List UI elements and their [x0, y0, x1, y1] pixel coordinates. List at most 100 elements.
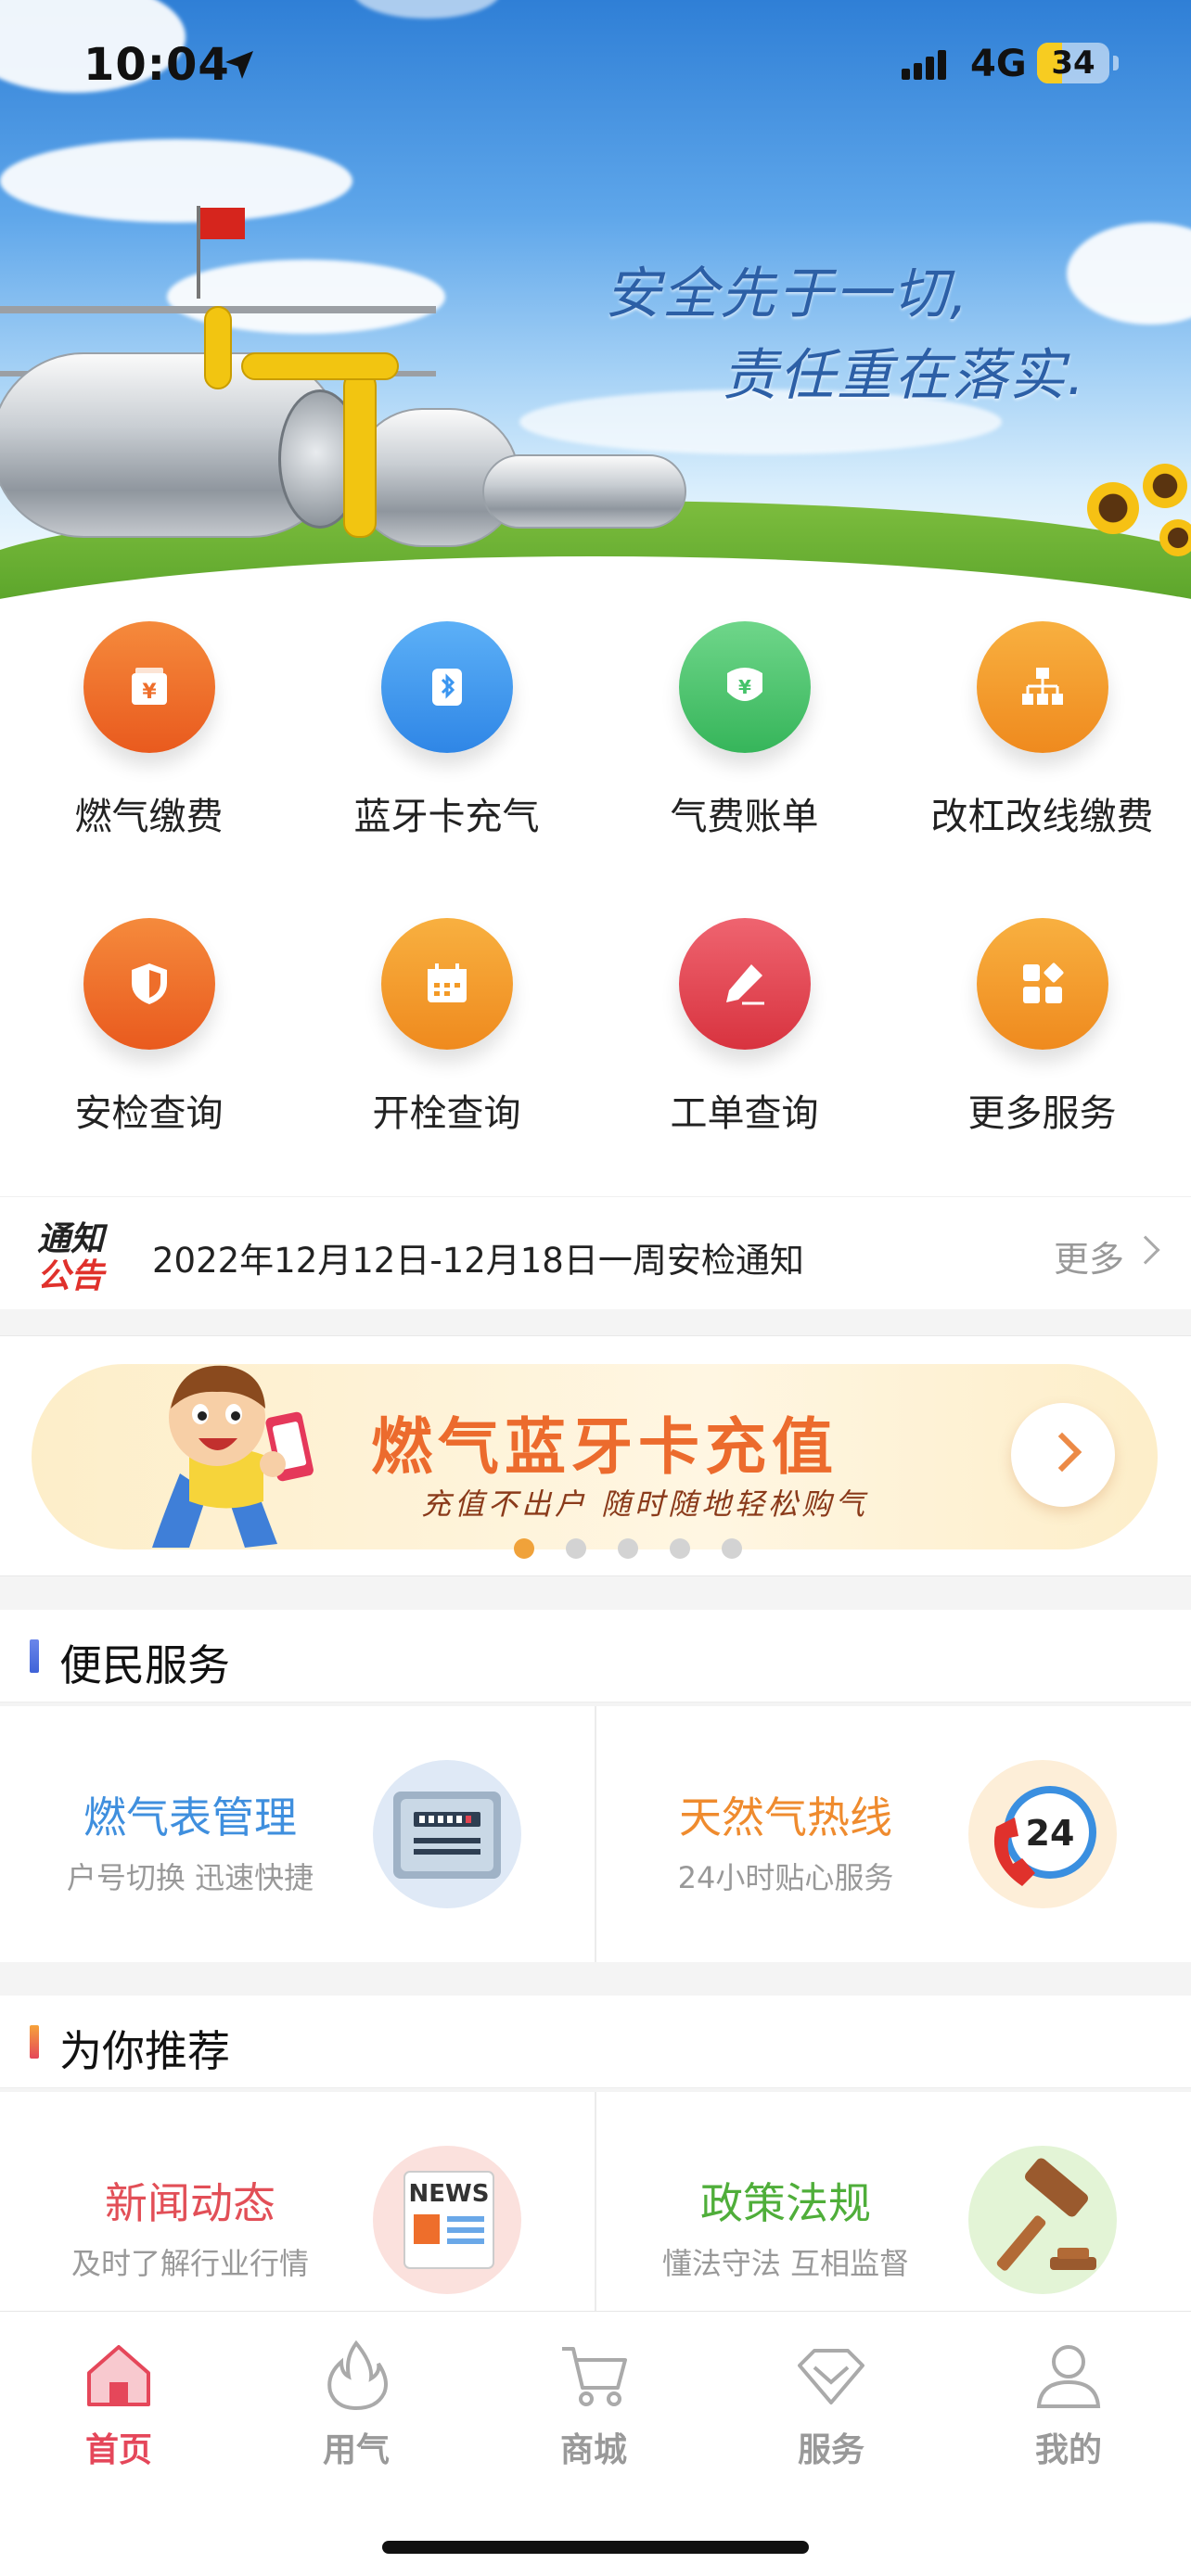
gas-tank: [482, 454, 686, 529]
battery-level: 34: [1051, 45, 1095, 82]
yen-bill-icon: ¥: [679, 621, 811, 753]
grid-item-gas-bill[interactable]: ¥ 气费账单: [596, 603, 893, 899]
shield-icon: [83, 918, 215, 1050]
grid-label: 工单查询: [670, 1092, 819, 1135]
card-subtitle: 及时了解行业行情: [70, 2246, 309, 2281]
card-subtitle: 24小时贴心服务: [677, 1860, 894, 1895]
status-time: 10:04: [83, 39, 230, 91]
status-bar: 10:04 4G 34: [0, 0, 1191, 130]
carousel-dot[interactable]: [618, 1538, 638, 1559]
battery-tip: [1113, 56, 1119, 70]
tab-home[interactable]: 首页: [0, 2312, 237, 2497]
card-title: 天然气热线: [679, 1792, 892, 1843]
grid-item-safety-inspection[interactable]: 安检查询: [0, 899, 298, 1196]
carousel-dot[interactable]: [670, 1538, 690, 1559]
hotline-number: 24: [1026, 1813, 1075, 1854]
card-policy-law[interactable]: 政策法规 懂法守法 互相监督: [596, 2092, 1191, 2348]
tab-services[interactable]: 服务: [712, 2312, 950, 2497]
sunflower: [1143, 464, 1187, 508]
notice-bar[interactable]: 通知 公告 2022年12月12日-12月18日一周安检通知 更多: [0, 1196, 1191, 1309]
card-subtitle: 懂法守法 互相监督: [661, 2246, 910, 2281]
section-accent-bar: [30, 1639, 39, 1673]
svg-text:¥: ¥: [738, 676, 751, 698]
tab-label: 商城: [559, 2431, 627, 2469]
tab-mine[interactable]: 我的: [950, 2312, 1187, 2497]
card-title: 政策法规: [700, 2178, 871, 2228]
banner-slogan-line2: 责任重在落实.: [722, 343, 1087, 408]
gavel-icon: [968, 2146, 1117, 2294]
grid-item-gas-payment[interactable]: ¥ 燃气缴费: [0, 603, 298, 899]
hotline-24-icon: 24: [968, 1760, 1117, 1908]
grid-label: 安检查询: [74, 1092, 224, 1135]
card-title: 燃气表管理: [83, 1792, 297, 1843]
home-icon: [87, 2345, 150, 2406]
user-icon: [1036, 2345, 1101, 2408]
cloud: [0, 139, 352, 223]
cellular-signal-icon: [902, 50, 946, 80]
tab-gas-usage[interactable]: 用气: [237, 2312, 475, 2497]
notice-more-link[interactable]: 更多: [1054, 1231, 1124, 1282]
red-flag: [200, 208, 245, 239]
grid-item-pipe-modification-payment[interactable]: 改杠改线缴费: [893, 603, 1191, 899]
home-indicator[interactable]: [382, 2541, 809, 2554]
grid-item-work-order[interactable]: 工单查询: [596, 899, 893, 1196]
promo-go-button[interactable]: [1011, 1403, 1115, 1507]
grid-label: 气费账单: [670, 796, 819, 838]
news-badge: NEWS: [409, 2180, 490, 2208]
section-accent-bar: [30, 2025, 39, 2059]
card-gas-meter[interactable]: 燃气表管理 户号切换 迅速快捷: [0, 1706, 596, 1962]
cloud: [1067, 223, 1191, 325]
chevron-right-icon: [1042, 1432, 1082, 1473]
grid-label: 更多服务: [967, 1092, 1117, 1135]
cartoon-boy-phone-icon: [152, 1365, 314, 1548]
card-title: 新闻动态: [105, 2178, 275, 2228]
banner-slogan-line1: 安全先于一切,: [605, 261, 970, 326]
grid-label: 改杠改线缴费: [930, 796, 1154, 838]
carousel-dot[interactable]: [566, 1538, 586, 1559]
calendar-icon: [381, 918, 513, 1050]
tab-label: 首页: [84, 2431, 152, 2469]
chevron-right-icon: [1131, 1235, 1160, 1265]
tab-mall[interactable]: 商城: [475, 2312, 712, 2497]
svg-text:¥: ¥: [142, 681, 157, 704]
grid-label: 燃气缴费: [74, 796, 224, 838]
battery-indicator: 34: [1037, 43, 1109, 83]
diamond-icon: [798, 2349, 864, 2404]
notice-text[interactable]: 2022年12月12日-12月18日一周安检通知: [152, 1232, 804, 1282]
grid-label: 开栓查询: [372, 1092, 521, 1135]
grid-item-valve-opening[interactable]: 开栓查询: [298, 899, 596, 1196]
pipe: [204, 306, 232, 389]
card-gas-hotline[interactable]: 天然气热线 24小时贴心服务 24: [596, 1706, 1191, 1962]
promo-title: 燃气蓝牙卡充值: [371, 1411, 839, 1483]
bluetooth-card-icon: [381, 621, 513, 753]
cart-icon: [562, 2347, 627, 2406]
org-chart-icon: [977, 621, 1108, 753]
service-grid: ¥ 燃气缴费 蓝牙卡充气 ¥ 气费账单 改杠改线缴费 安检查询 开栓查询 工单查…: [0, 603, 1191, 1196]
section-header-recommend: 为你推荐: [0, 1996, 1191, 2088]
services-cards: 燃气表管理 户号切换 迅速快捷 天然气热线 24小时贴心服务 24: [0, 1706, 1191, 1962]
promo-carousel[interactable]: 燃气蓝牙卡充值 充值不出户 随时随地轻松购气: [0, 1335, 1191, 1576]
news-icon: NEWS: [373, 2146, 521, 2294]
gas-meter-icon: [373, 1760, 521, 1908]
pencil-icon: [679, 918, 811, 1050]
grid-apps-icon: [977, 918, 1108, 1050]
carousel-dot[interactable]: [514, 1538, 534, 1559]
grid-item-bluetooth-recharge[interactable]: 蓝牙卡充气: [298, 603, 596, 899]
notice-logo-line2: 公告: [37, 1257, 105, 1295]
section-header-services: 便民服务: [0, 1610, 1191, 1702]
card-news[interactable]: 新闻动态 及时了解行业行情 NEWS: [0, 2092, 596, 2348]
bottom-tab-bar: 首页 用气 商城 服务 我的: [0, 2311, 1191, 2576]
promo-slide[interactable]: 燃气蓝牙卡充值 充值不出户 随时随地轻松购气: [32, 1364, 1158, 1559]
tab-label: 我的: [1034, 2431, 1102, 2469]
card-subtitle: 户号切换 迅速快捷: [66, 1860, 314, 1895]
section-title: 便民服务: [59, 1640, 230, 1690]
grid-item-more-services[interactable]: 更多服务: [893, 899, 1191, 1196]
yen-wallet-icon: ¥: [83, 621, 215, 753]
tab-label: 用气: [322, 2431, 390, 2469]
carousel-dot[interactable]: [722, 1538, 742, 1559]
pipe: [343, 371, 377, 538]
sunflower: [1159, 519, 1191, 556]
location-arrow-icon: [225, 51, 253, 79]
network-type: 4G: [970, 43, 1027, 85]
app-screen: 安全先于一切, 责任重在落实. 10:04 4G 34 ¥ 燃气缴费 蓝牙卡充气…: [0, 0, 1191, 2576]
